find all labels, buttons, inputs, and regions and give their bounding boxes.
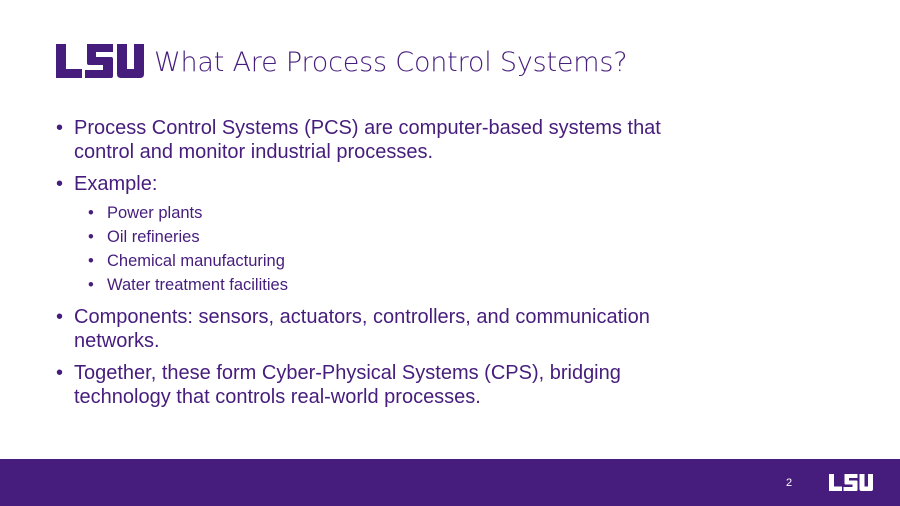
sub-bullet-dot: • xyxy=(88,228,94,246)
sub-bullet-dot: • xyxy=(88,276,94,294)
list-item-text: Chemical manufacturing xyxy=(107,252,285,270)
list-item: • Chemical manufacturing xyxy=(56,249,756,273)
slide: What Are Process Control Systems? • Proc… xyxy=(0,0,900,506)
slide-title: What Are Process Control Systems? xyxy=(154,47,628,78)
bullet-text-continued: control and monitor industrial processes… xyxy=(74,141,434,163)
list-item: • Power plants xyxy=(56,201,756,225)
example-list: • Power plants • Oil refineries • Chemic… xyxy=(56,201,756,297)
bullet-text-continued: networks. xyxy=(74,330,160,352)
bullet-cps: • Together, these form Cyber-Physical Sy… xyxy=(56,361,756,409)
bullet-dot: • xyxy=(56,306,64,328)
list-item: • Water treatment facilities xyxy=(56,273,756,297)
bullet-pcs-definition: • Process Control Systems (PCS) are comp… xyxy=(56,116,756,164)
bullet-text-continued: technology that controls real-world proc… xyxy=(74,386,481,408)
bullet-dot: • xyxy=(56,362,64,384)
bullet-components: • Components: sensors, actuators, contro… xyxy=(56,305,756,353)
bullet-text: Example: xyxy=(74,173,158,195)
bullet-dot: • xyxy=(56,117,64,139)
list-item-text: Oil refineries xyxy=(107,228,200,246)
page-number: 2 xyxy=(786,477,793,489)
slide-body: • Process Control Systems (PCS) are comp… xyxy=(56,116,756,417)
bullet-text: Process Control Systems (PCS) are comput… xyxy=(74,117,661,139)
bullet-text: Components: sensors, actuators, controll… xyxy=(74,306,650,328)
list-item-text: Water treatment facilities xyxy=(107,276,288,294)
bullet-dot: • xyxy=(56,173,64,195)
lsu-logo xyxy=(56,44,144,78)
bullet-text: Together, these form Cyber-Physical Syst… xyxy=(74,362,621,384)
bullet-example: • Example: xyxy=(56,172,756,196)
list-item-text: Power plants xyxy=(107,204,203,222)
list-item: • Oil refineries xyxy=(56,225,756,249)
sub-bullet-dot: • xyxy=(88,204,94,222)
sub-bullet-dot: • xyxy=(88,252,94,270)
footer-bar: 2 xyxy=(0,459,900,506)
slide-header: What Are Process Control Systems? xyxy=(56,44,628,80)
lsu-footer-logo xyxy=(829,474,873,491)
